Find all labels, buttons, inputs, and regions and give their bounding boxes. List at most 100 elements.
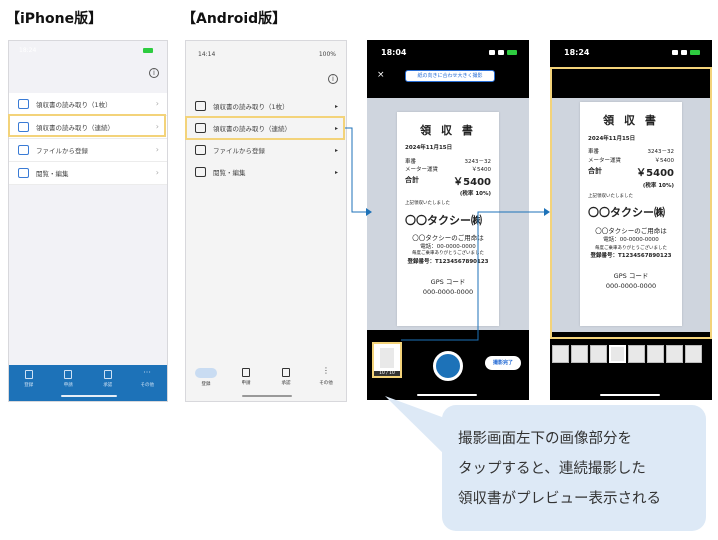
camera-viewfinder: 領 収 書 2024年11月15日 車番 3243－32 メーター運賃 ￥5400 … <box>367 98 529 330</box>
receipt-thanks: 毎度ご乗車ありがとうございました <box>412 251 484 257</box>
callout-line-1: 撮影画面左下の画像部分を <box>458 431 632 447</box>
callout-tail <box>385 396 450 460</box>
android-screen: 14:14 100% i 領収書の読み取り（1枚） ▸ 領収書の読み取り（連続）… <box>185 40 347 402</box>
thumbnail-item[interactable] <box>552 345 569 363</box>
callout-line-2: タップすると、連続撮影した <box>458 461 646 477</box>
tab-other[interactable]: ··· その他 <box>128 365 168 401</box>
thumbnail-item[interactable] <box>647 345 664 363</box>
receipt-company: 〇〇タクシー㈱ <box>405 213 482 227</box>
status-time: 18:04 <box>381 48 407 57</box>
iphone-heading: 【iPhone版】 <box>6 11 103 27</box>
approve-icon <box>103 370 112 379</box>
apply-icon <box>64 370 73 379</box>
receipt-contact: 〇〇タクシーのご用命は <box>412 233 484 242</box>
chevron-right-icon: › <box>155 168 159 177</box>
receipt-car-label: 車番 <box>405 158 417 165</box>
thumbnail-item[interactable] <box>628 345 645 363</box>
register-icon <box>24 370 33 379</box>
more-icon: ··· <box>143 368 151 377</box>
receipt-phone: 電話：00-0000-0000 <box>420 243 476 250</box>
thumbnail-item[interactable] <box>609 345 626 363</box>
file-add-icon <box>18 145 29 155</box>
close-icon[interactable]: × <box>377 70 385 80</box>
receipt-meter-label: メーター運賃 <box>405 167 439 174</box>
camera-icon <box>18 99 29 109</box>
info-icon[interactable]: i <box>149 68 159 78</box>
chevron-right-icon: ▸ <box>334 147 338 154</box>
status-icons <box>672 50 700 55</box>
receipt-title: 領 収 書 <box>420 124 476 137</box>
thumbnail-item[interactable] <box>571 345 588 363</box>
tab-other[interactable]: ⋮ その他 <box>306 363 346 401</box>
status-time: 18:24 <box>19 47 37 54</box>
status-battery: 100% <box>318 51 336 58</box>
edit-icon <box>18 168 29 178</box>
approve-icon <box>282 368 290 377</box>
menu-item-label: 閲覧・編集 <box>213 169 246 177</box>
thumbnail-item[interactable] <box>666 345 683 363</box>
home-indicator <box>61 395 117 397</box>
callout-line-3: 領収書がプレビュー表示される <box>458 491 661 507</box>
menu-item-scan-single[interactable]: 領収書の読み取り（1枚） › <box>9 93 167 116</box>
file-add-icon <box>195 145 206 155</box>
chevron-right-icon: › <box>155 145 159 154</box>
chevron-right-icon: ▸ <box>334 169 338 176</box>
tab-label: 承認 <box>281 381 291 386</box>
receipt: 領 収 書 2024年11月15日 車番 3243－32 メーター運賃 ￥5400 … <box>397 112 499 326</box>
highlight-android-continuous <box>185 116 345 140</box>
battery-icon <box>143 48 153 53</box>
menu-item-file-register[interactable]: ファイルから登録 › <box>9 139 167 162</box>
android-heading: 【Android版】 <box>182 11 287 27</box>
shooting-hint: 紙の向きに合わせ大きく撮影 <box>405 70 495 82</box>
thumbnail-item[interactable] <box>685 345 702 363</box>
thumbnail-count: 10 / 10 <box>374 371 400 376</box>
receipt-total-label: 合計 <box>405 175 419 184</box>
home-indicator <box>242 395 292 397</box>
chevron-right-icon: › <box>155 99 159 108</box>
thumbnail-item[interactable] <box>590 345 607 363</box>
camera-screen: 18:04 × 紙の向きに合わせ大きく撮影 領 収 書 2024年11月15日 … <box>367 40 529 400</box>
receipt-meter-value: ￥5400 <box>471 167 492 174</box>
menu-item-view-edit[interactable]: 閲覧・編集 › <box>9 162 167 185</box>
menu-item-label: ファイルから登録 <box>36 147 88 155</box>
main-menu: 領収書の読み取り（1枚） › 領収書の読み取り（連続） › ファイルから登録 ›… <box>9 93 167 185</box>
tab-register[interactable]: 登録 <box>9 365 49 401</box>
receipt-total-value: ￥5400 <box>453 176 491 188</box>
tab-register[interactable]: 登録 <box>186 363 226 401</box>
info-icon[interactable]: i <box>328 74 338 84</box>
thumbnail-image <box>380 348 394 368</box>
register-icon <box>195 368 217 378</box>
edit-icon <box>195 167 206 177</box>
tab-label: その他 <box>140 383 155 388</box>
arrow-android-to-camera <box>345 127 366 213</box>
tab-label: 申請 <box>63 383 73 388</box>
status-icons <box>489 50 517 55</box>
receipt-gps-value: 000-0000-0000 <box>422 287 474 296</box>
tab-label: 申請 <box>241 381 251 386</box>
receipt-reg: 登録番号：T1234567890123 <box>407 259 489 266</box>
highlight-preview <box>550 67 712 339</box>
menu-item-view-edit[interactable]: 閲覧・編集 ▸ <box>186 161 346 183</box>
receipt-date: 2024年11月15日 <box>405 145 453 152</box>
finish-shooting-button[interactable]: 撮影完了 <box>485 356 521 370</box>
menu-item-file-register[interactable]: ファイルから登録 ▸ <box>186 139 346 161</box>
chevron-right-icon: ▸ <box>334 103 338 110</box>
status-time: 14:14 <box>198 51 216 58</box>
highlight-iphone-continuous <box>8 114 166 137</box>
iphone-screen: 18:24 i 領収書の読み取り（1枚） › 領収書の読み取り（連続） › ファ… <box>8 40 168 402</box>
menu-item-scan-single[interactable]: 領収書の読み取り（1枚） ▸ <box>186 95 346 117</box>
receipt-gps-label: GPS コード <box>430 277 466 286</box>
receipt-received: 上記領収いたしました <box>405 200 450 206</box>
home-indicator <box>600 394 660 396</box>
thumbnail-strip <box>550 345 712 363</box>
home-indicator <box>417 394 477 396</box>
menu-item-label: 領収書の読み取り（1枚） <box>36 101 112 109</box>
captured-thumbnail[interactable]: 10 / 10 <box>372 342 402 378</box>
tab-label: 承認 <box>103 383 113 388</box>
apply-icon <box>242 368 250 377</box>
receipt-tax: (税率 10%) <box>459 191 491 198</box>
shutter-button[interactable] <box>433 351 463 381</box>
tab-label: 登録 <box>24 383 34 388</box>
status-time: 18:24 <box>564 48 590 57</box>
tab-label: 登録 <box>201 382 211 387</box>
